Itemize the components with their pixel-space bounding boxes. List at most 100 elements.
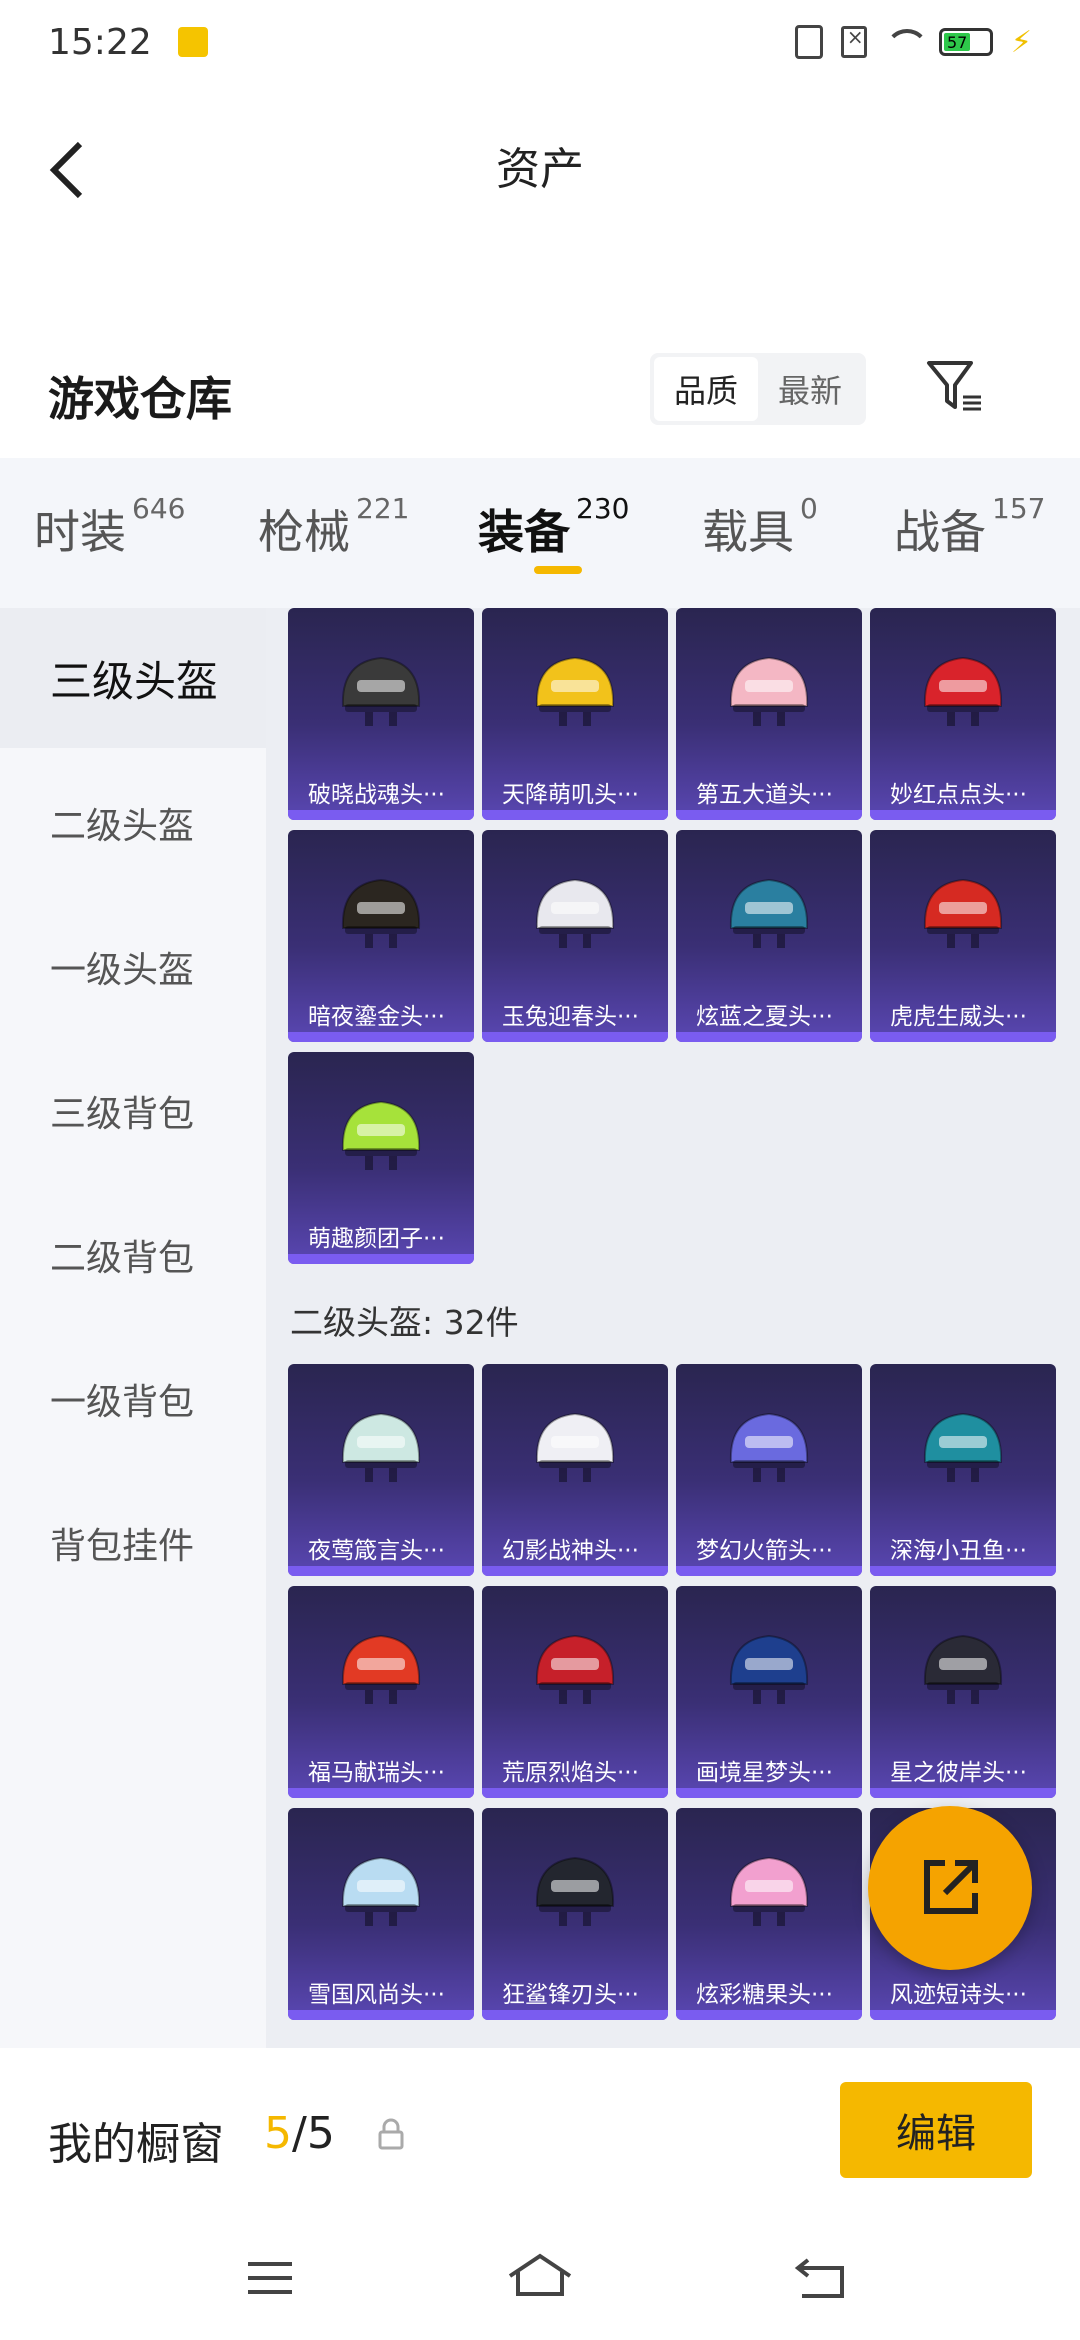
status-bar: 15:22 57 ⚡ [0,0,1080,84]
item-name: 虎虎生威头··· [890,1004,1027,1030]
showcase-bar: 我的橱窗 5/5 编辑 [0,2048,1080,2218]
sidebar-item-level1-helmet[interactable]: 一级头盔 [0,897,266,1037]
helmet-icon [923,656,1003,726]
item-name: 星之彼岸头··· [890,1760,1027,1786]
sort-quality[interactable]: 品质 [654,357,758,421]
item-name: 暗夜鎏金头··· [308,1004,445,1030]
item-name: 天降萌叽头··· [502,782,639,808]
item-card[interactable]: 暗夜鎏金头··· [288,830,474,1042]
battery-level: 57 [943,33,971,52]
helmet-icon [341,1100,421,1170]
tab-guns[interactable]: 枪械 221 [258,492,409,562]
item-card[interactable]: 虎虎生威头··· [870,830,1056,1042]
back-icon[interactable] [786,2242,858,2314]
item-rarity-bar [288,1254,474,1264]
helmet-icon [341,1856,421,1926]
app-notification-icon [177,27,208,57]
filter-icon[interactable] [925,357,985,417]
showcase-title: 我的橱窗 [48,2119,224,2170]
vibrate-icon [794,25,823,59]
active-tab-indicator [534,566,582,574]
item-card[interactable]: 狂鲨锋刃头··· [482,1808,668,2020]
tab-label: 战备 [894,505,986,559]
item-name: 炫彩糖果头··· [696,1982,833,2008]
item-card[interactable]: 深海小丑鱼··· [870,1364,1056,1576]
tab-count: 157 [992,492,1046,525]
helmet-icon [535,1634,615,1704]
showcase-total: /5 [292,2108,335,2159]
item-card[interactable]: 炫彩糖果头··· [676,1808,862,2020]
item-name: 画境星梦头··· [696,1760,833,1786]
item-card[interactable]: 炫蓝之夏头··· [676,830,862,1042]
section-label: 二级头盔: 32件 [290,1303,519,1342]
item-rarity-bar [288,1788,474,1798]
tab-equipment[interactable]: 装备 230 [478,492,629,562]
helmet-icon [535,656,615,726]
helmet-icon [729,1412,809,1482]
item-rarity-bar [482,2010,668,2020]
tab-label: 装备 [478,505,570,559]
charging-icon: ⚡ [1010,24,1032,60]
sidebar-item-level2-backpack[interactable]: 二级背包 [0,1185,266,1325]
showcase-current: 5 [264,2108,292,2159]
system-nav-bar [0,2218,1080,2340]
tab-label: 时装 [34,505,126,559]
sidebar-item-level3-backpack[interactable]: 三级背包 [0,1041,266,1181]
item-card[interactable]: 福马献瑞头··· [288,1586,474,1798]
item-card[interactable]: 夜莺箴言头··· [288,1364,474,1576]
sidebar-item-level2-helmet[interactable]: 二级头盔 [0,753,266,893]
warehouse-row: 游戏仓库 品质 最新 [0,345,1080,440]
header: 资产 [0,110,1080,220]
helmet-icon [923,878,1003,948]
item-card[interactable]: 幻影战神头··· [482,1364,668,1576]
item-rarity-bar [676,1788,862,1798]
item-name: 狂鲨锋刃头··· [502,1982,639,2008]
helmet-icon [341,1634,421,1704]
item-card[interactable]: 破晓战魂头··· [288,608,474,820]
item-rarity-bar [482,1788,668,1798]
edit-button[interactable]: 编辑 [840,2082,1032,2178]
item-card[interactable]: 星之彼岸头··· [870,1586,1056,1798]
item-rarity-bar [288,1032,474,1042]
status-icons: 57 ⚡ [794,24,1032,60]
helmet-icon [729,1634,809,1704]
home-icon[interactable] [504,2242,576,2314]
tab-vehicles[interactable]: 载具 0 [702,492,818,562]
item-card[interactable]: 第五大道头··· [676,608,862,820]
item-name: 荒原烈焰头··· [502,1760,639,1786]
share-button[interactable] [868,1806,1032,1970]
back-arrow-icon[interactable] [48,140,88,200]
item-name: 萌趣颜团子··· [308,1226,445,1252]
tab-fashion[interactable]: 时装 646 [34,492,185,562]
battery-icon: 57 [938,28,993,56]
tab-label: 枪械 [258,505,350,559]
item-name: 深海小丑鱼··· [890,1538,1027,1564]
tab-count: 646 [132,492,186,525]
sidebar-item-backpack-pendant[interactable]: 背包挂件 [0,1473,266,1613]
helmet-icon [729,1856,809,1926]
item-card[interactable]: 荒原烈焰头··· [482,1586,668,1798]
warehouse-title: 游戏仓库 [48,372,232,426]
helmet-icon [535,1856,615,1926]
item-rarity-bar [870,1566,1056,1576]
helmet-icon [729,656,809,726]
item-name: 玉兔迎春头··· [502,1004,639,1030]
sidebar-item-level1-backpack[interactable]: 一级背包 [0,1329,266,1469]
helmet-icon [729,878,809,948]
item-rarity-bar [288,1566,474,1576]
item-card[interactable]: 梦幻火箭头··· [676,1364,862,1576]
item-card[interactable]: 萌趣颜团子··· [288,1052,474,1264]
menu-icon[interactable] [234,2242,306,2314]
item-card[interactable]: 妙红点点头··· [870,608,1056,820]
status-time: 15:22 [48,21,152,63]
item-name: 破晓战魂头··· [308,782,445,808]
tab-supplies[interactable]: 战备 157 [894,492,1045,562]
item-card[interactable]: 玉兔迎春头··· [482,830,668,1042]
item-name: 雪国风尚头··· [308,1982,445,2008]
sort-toggle: 品质 最新 [650,353,866,425]
sidebar-item-level3-helmet[interactable]: 三级头盔 [0,608,266,748]
item-card[interactable]: 雪国风尚头··· [288,1808,474,2020]
sort-newest[interactable]: 最新 [758,357,862,421]
item-card[interactable]: 天降萌叽头··· [482,608,668,820]
item-card[interactable]: 画境星梦头··· [676,1586,862,1798]
